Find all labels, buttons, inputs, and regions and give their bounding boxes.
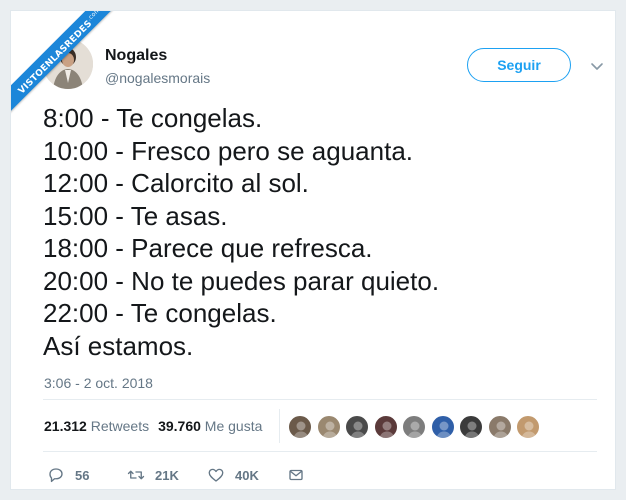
avatar[interactable] [43,39,93,89]
display-name[interactable]: Nogales [105,47,167,65]
direct-message-button[interactable] [287,466,305,484]
reply-icon [49,468,63,483]
likes-stat[interactable]: 39.760 Me gusta [158,418,262,434]
tweet-card: VISTOENLASREDES.com Nogales @nogalesmora… [10,10,616,490]
liker-avatar[interactable] [373,415,398,439]
divider [279,409,280,443]
retweet-icon [127,470,145,480]
envelope-icon [289,469,303,481]
chevron-down-icon[interactable] [589,58,605,74]
tweet-line: 8:00 - Te congelas. [43,103,263,133]
liker-avatar[interactable] [430,415,455,439]
retweets-stat[interactable]: 21.312 Retweets [44,418,149,434]
liker-avatar[interactable] [459,415,483,439]
like-button[interactable]: 40K [207,466,259,484]
divider [43,399,597,400]
heart-icon [208,468,224,482]
tweet-line: 15:00 - Te asas. [43,200,228,231]
user-handle[interactable]: @nogalesmorais [105,70,210,86]
tweet-line: Así estamos. [43,330,194,361]
tweet-line: 18:00 - Parece que refresca. [43,233,373,263]
tweet-stats: 21.312 Retweets 39.760 Me gusta [44,418,262,434]
retweet-button[interactable]: 21K [127,466,179,484]
tweet-timestamp[interactable]: 3:06 - 2 oct. 2018 [44,375,153,391]
like-count: 40K [235,467,259,483]
liker-avatar[interactable] [288,415,312,439]
avatar-photo-icon [43,39,93,89]
retweets-count: 21.312 [44,418,87,434]
retweet-count: 21K [155,467,179,483]
likes-label: Me gusta [204,418,263,434]
tweet-line: 12:00 - Calorcito al sol. [43,168,309,198]
reply-count: 56 [75,467,90,483]
liker-avatar[interactable] [345,415,369,439]
tweet-line: 10:00 - Fresco pero se aguanta. [43,135,414,166]
watermark-suffix: .com [85,11,102,23]
liker-avatar[interactable] [402,415,426,439]
follow-button[interactable]: Seguir [467,48,571,82]
tweet-line: 22:00 - Te congelas. [43,298,277,328]
tweet-line: 20:00 - No te puedes parar quieto. [43,265,440,296]
retweets-label: Retweets [90,418,150,434]
likes-count: 39.760 [158,418,201,434]
liker-avatar[interactable] [316,415,341,439]
reply-button[interactable]: 56 [47,466,89,484]
tweet-text: 8:00 - Te congelas. 10:00 - Fresco pero … [43,102,603,362]
liker-avatar[interactable] [516,415,540,439]
divider [43,451,597,452]
liker-avatar[interactable] [487,415,512,439]
